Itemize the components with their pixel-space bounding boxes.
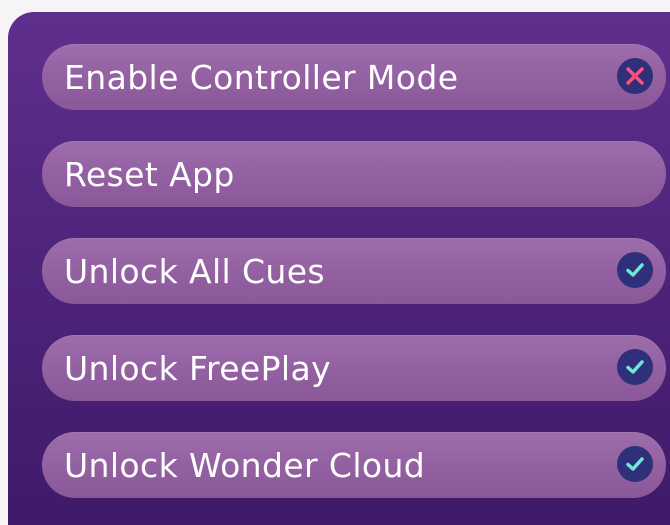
status-off-badge[interactable]: [617, 58, 653, 94]
settings-menu: Enable Controller Mode Reset App Unlock …: [42, 44, 666, 525]
reset-app-button[interactable]: Reset App: [42, 141, 666, 207]
unlock-wonder-cloud-toggle[interactable]: Unlock Wonder Cloud: [42, 432, 666, 498]
setting-label: Enable Controller Mode: [64, 57, 459, 97]
setting-label: Unlock FreePlay: [64, 348, 332, 388]
setting-label: Reset App: [64, 154, 235, 194]
setting-label: Unlock All Cues: [64, 251, 326, 291]
check-icon: [626, 263, 644, 277]
check-icon: [626, 360, 644, 374]
status-on-badge[interactable]: [617, 349, 653, 385]
check-icon: [626, 457, 644, 471]
status-on-badge[interactable]: [617, 252, 653, 288]
unlock-all-cues-toggle[interactable]: Unlock All Cues: [42, 238, 666, 304]
enable-controller-mode-toggle[interactable]: Enable Controller Mode: [42, 44, 666, 110]
status-on-badge[interactable]: [617, 446, 653, 482]
setting-label: Unlock Wonder Cloud: [64, 445, 426, 485]
settings-panel: Enable Controller Mode Reset App Unlock …: [8, 12, 670, 525]
close-icon: [626, 67, 644, 85]
unlock-freeplay-toggle[interactable]: Unlock FreePlay: [42, 335, 666, 401]
